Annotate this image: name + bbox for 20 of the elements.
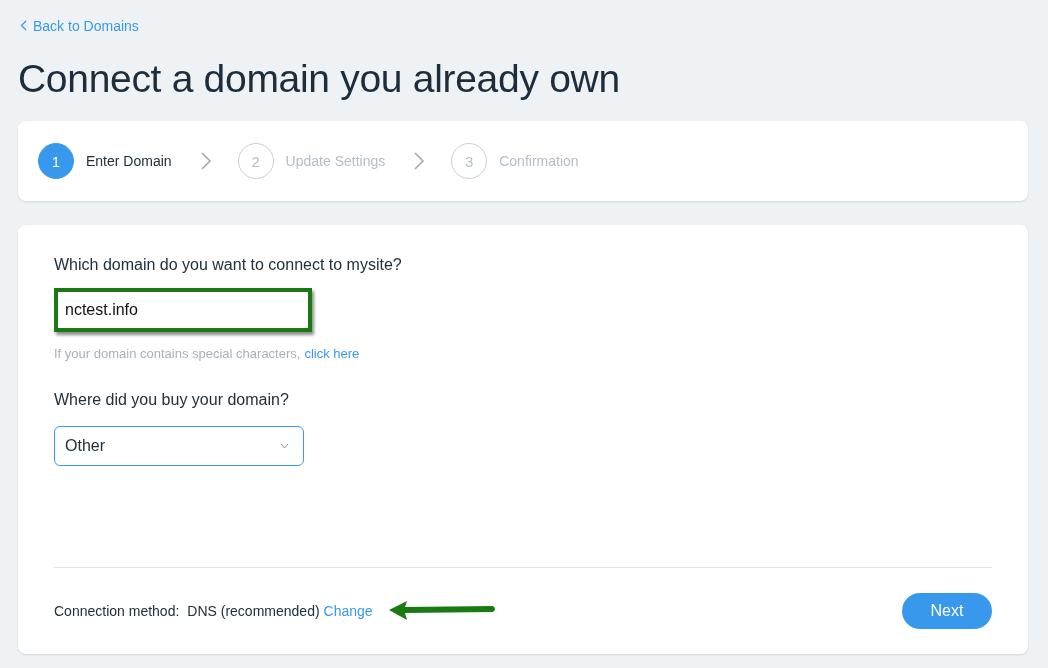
hint-text: If your domain contains special characters, [54,346,301,361]
click-here-link[interactable]: click here [304,346,360,361]
step-label: Confirmation [499,153,579,169]
step-number: 1 [38,143,74,179]
question-label: Which domain do you want to connect to mysite? [54,256,403,274]
domain-input-field[interactable]: nctest.info [54,288,312,332]
page-title: Connect a domain you already own [18,57,621,101]
step-label: Enter Domain [86,153,172,169]
chevron-left-icon [20,20,27,31]
connection-method-value: DNS (recommended) [187,603,320,619]
next-button[interactable]: Next [902,593,992,629]
change-link[interactable]: Change [323,603,373,619]
registrar-dropdown[interactable]: Other [54,426,304,466]
chevron-down-icon [280,443,289,449]
connection-method-label: Connection method: [54,603,180,619]
chevron-right-icon [413,152,426,170]
question-label: Where did you buy your domain? [54,391,290,409]
step-label: Update Settings [285,153,386,169]
back-link[interactable]: Back to Domains [20,17,139,34]
chevron-right-icon [199,152,212,170]
